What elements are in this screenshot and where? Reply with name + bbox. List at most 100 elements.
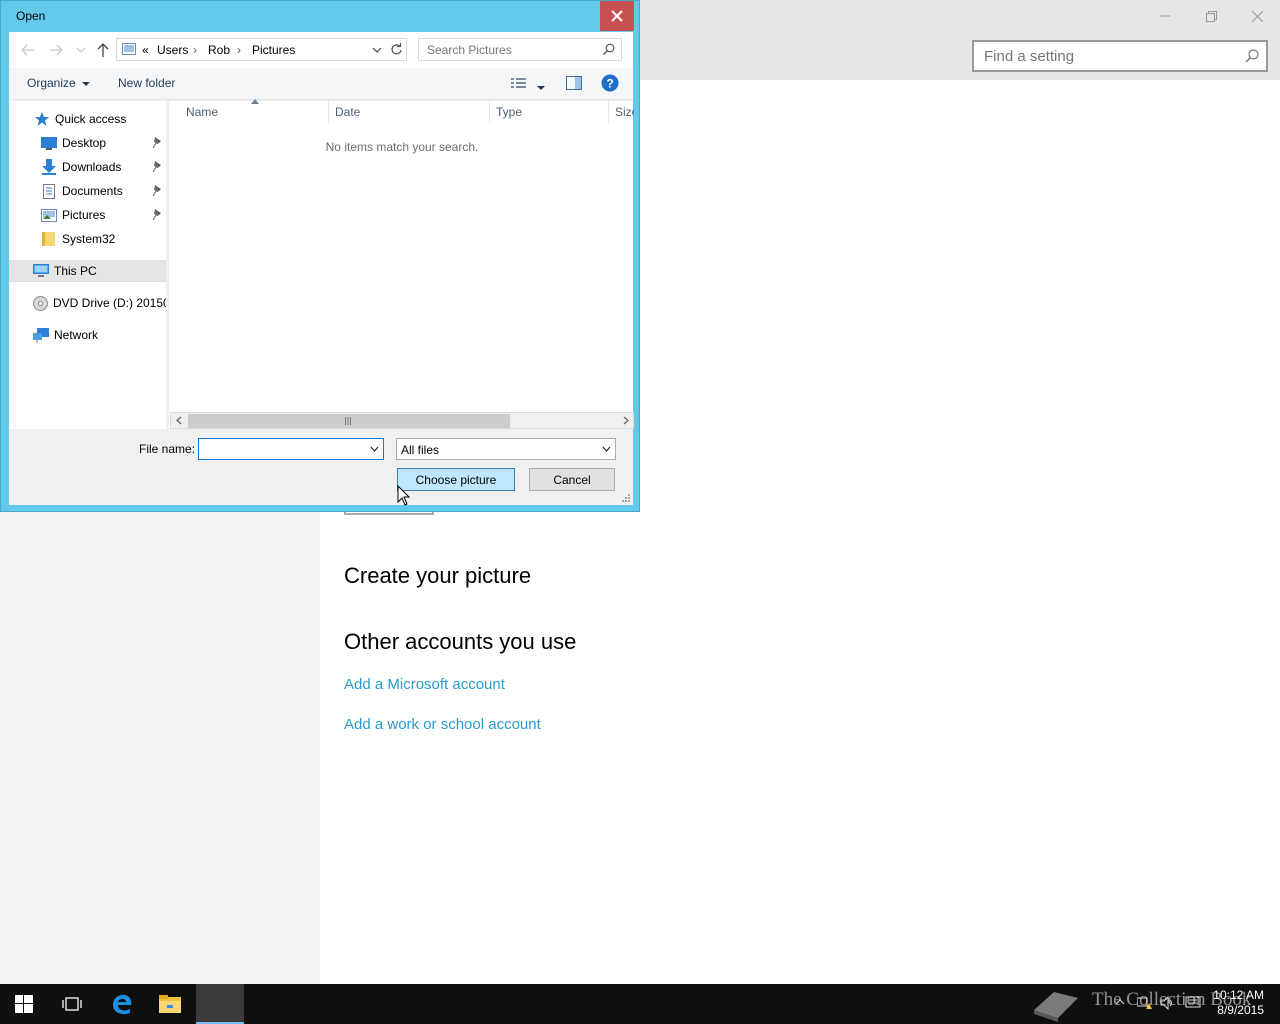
taskbar-clock[interactable]: 10:12 AM 8/9/2015 bbox=[1213, 988, 1264, 1018]
disc-icon bbox=[33, 295, 48, 311]
address-dropdown-icon[interactable] bbox=[372, 46, 382, 54]
scroll-right-icon[interactable] bbox=[623, 416, 630, 425]
dialog-title: Open bbox=[16, 9, 46, 23]
dialog-close-button[interactable] bbox=[600, 1, 634, 31]
pin-icon[interactable] bbox=[151, 137, 161, 149]
nav-network[interactable]: Network bbox=[9, 324, 166, 346]
desktop-icon bbox=[41, 135, 57, 151]
file-name-combobox[interactable] bbox=[198, 438, 384, 460]
breadcrumb-pictures[interactable]: Pictures bbox=[252, 43, 295, 57]
file-list-pane: Name Date Type Size No items match your … bbox=[169, 99, 634, 429]
task-view-button[interactable] bbox=[48, 984, 96, 1024]
column-header-date[interactable]: Date bbox=[329, 101, 490, 123]
nav-this-pc[interactable]: This PC bbox=[9, 260, 166, 282]
address-row: « Users › Rob › Pictures bbox=[9, 32, 633, 68]
network-warning-icon bbox=[1136, 997, 1152, 1009]
breadcrumb-rob[interactable]: Rob bbox=[208, 43, 230, 57]
search-icon[interactable] bbox=[1244, 48, 1260, 64]
clock-time: 10:12 AM bbox=[1213, 988, 1264, 1002]
organize-label: Organize bbox=[27, 76, 76, 90]
book-logo-icon bbox=[1034, 992, 1078, 1022]
restore-button[interactable] bbox=[1188, 0, 1234, 32]
nav-dvd-drive-label: DVD Drive (D:) 20150 bbox=[53, 296, 166, 310]
back-button[interactable] bbox=[19, 41, 37, 59]
star-icon bbox=[34, 111, 50, 127]
start-button[interactable] bbox=[0, 984, 48, 1024]
file-name-input[interactable] bbox=[199, 439, 363, 459]
column-header-type[interactable]: Type bbox=[490, 101, 609, 123]
search-pictures-box[interactable] bbox=[418, 38, 622, 61]
nav-desktop[interactable]: Desktop bbox=[9, 132, 166, 154]
add-work-account-link[interactable]: Add a work or school account bbox=[344, 716, 541, 733]
scrollbar-thumb[interactable] bbox=[188, 414, 510, 428]
breadcrumb-separator-icon: › bbox=[193, 43, 197, 57]
recent-locations-button[interactable] bbox=[72, 41, 90, 59]
file-type-value: All files bbox=[401, 443, 440, 457]
close-icon bbox=[1251, 10, 1263, 22]
nav-downloads[interactable]: Downloads bbox=[9, 156, 166, 178]
computer-icon bbox=[33, 263, 49, 279]
organize-button[interactable]: Organize bbox=[27, 76, 91, 90]
show-hidden-icons-button[interactable] bbox=[1114, 996, 1126, 1011]
settings-taskbar-button[interactable] bbox=[196, 984, 244, 1024]
breadcrumb-users[interactable]: Users bbox=[157, 43, 188, 57]
network-icon bbox=[33, 327, 49, 343]
find-setting-box[interactable] bbox=[972, 40, 1268, 72]
close-button[interactable] bbox=[1234, 0, 1280, 32]
pin-icon[interactable] bbox=[151, 209, 161, 221]
svg-text:?: ? bbox=[606, 77, 613, 91]
minimize-button[interactable] bbox=[1142, 0, 1188, 32]
new-folder-button[interactable]: New folder bbox=[118, 76, 175, 90]
search-icon[interactable] bbox=[602, 43, 615, 56]
dialog-body: « Users › Rob › Pictures Organize New fo… bbox=[9, 32, 634, 505]
file-name-label: File name: bbox=[139, 442, 196, 456]
nav-network-label: Network bbox=[54, 328, 99, 342]
scroll-left-icon[interactable] bbox=[175, 416, 182, 425]
grip-icon bbox=[345, 417, 351, 425]
nav-system32[interactable]: System32 bbox=[9, 228, 166, 250]
details-view-icon bbox=[511, 78, 526, 88]
resize-grip-icon[interactable] bbox=[621, 493, 631, 503]
chevron-down-icon[interactable] bbox=[370, 446, 379, 452]
nav-downloads-label: Downloads bbox=[62, 160, 122, 174]
preview-pane-button[interactable] bbox=[566, 76, 582, 93]
nav-quick-access[interactable]: Quick access bbox=[9, 108, 166, 130]
edge-browser-button[interactable] bbox=[98, 984, 146, 1024]
view-dropdown-button[interactable] bbox=[537, 80, 545, 94]
find-setting-input[interactable] bbox=[974, 42, 1234, 70]
mouse-cursor-icon bbox=[397, 485, 411, 506]
refresh-icon[interactable] bbox=[390, 43, 403, 56]
breadcrumb-separator-icon: › bbox=[237, 43, 241, 57]
address-bar[interactable]: « Users › Rob › Pictures bbox=[116, 38, 407, 61]
chevron-down-icon bbox=[602, 446, 611, 452]
nav-dvd-drive[interactable]: DVD Drive (D:) 20150 bbox=[9, 292, 166, 314]
choose-picture-button[interactable]: Choose picture bbox=[397, 468, 515, 491]
forward-button[interactable] bbox=[47, 41, 65, 59]
network-tray-button[interactable] bbox=[1136, 996, 1153, 1013]
change-view-button[interactable] bbox=[511, 77, 527, 92]
volume-tray-button[interactable] bbox=[1160, 995, 1176, 1013]
up-button[interactable] bbox=[94, 41, 112, 59]
documents-icon bbox=[41, 183, 57, 199]
nav-documents[interactable]: Documents bbox=[9, 180, 166, 202]
nav-pictures[interactable]: Pictures bbox=[9, 204, 166, 226]
add-microsoft-account-link[interactable]: Add a Microsoft account bbox=[344, 676, 505, 693]
search-pictures-input[interactable] bbox=[419, 39, 599, 60]
file-type-select[interactable]: All files bbox=[396, 438, 616, 460]
breadcrumb-overflow[interactable]: « bbox=[142, 43, 149, 57]
column-header-size[interactable]: Size bbox=[609, 101, 634, 123]
column-header-name[interactable]: Name bbox=[180, 99, 329, 123]
file-explorer-button[interactable] bbox=[146, 984, 194, 1024]
help-button[interactable]: ? bbox=[601, 74, 619, 95]
other-accounts-heading: Other accounts you use bbox=[344, 629, 577, 654]
pin-icon[interactable] bbox=[151, 161, 161, 173]
restore-icon bbox=[1205, 10, 1217, 22]
column-name-label: Name bbox=[186, 105, 219, 119]
help-icon: ? bbox=[601, 74, 619, 92]
pin-icon[interactable] bbox=[151, 185, 161, 197]
action-center-button[interactable] bbox=[1185, 996, 1201, 1013]
horizontal-scrollbar[interactable] bbox=[170, 412, 634, 429]
nav-pictures-label: Pictures bbox=[62, 208, 106, 222]
cancel-button[interactable]: Cancel bbox=[529, 468, 615, 491]
nav-system32-label: System32 bbox=[62, 232, 116, 246]
